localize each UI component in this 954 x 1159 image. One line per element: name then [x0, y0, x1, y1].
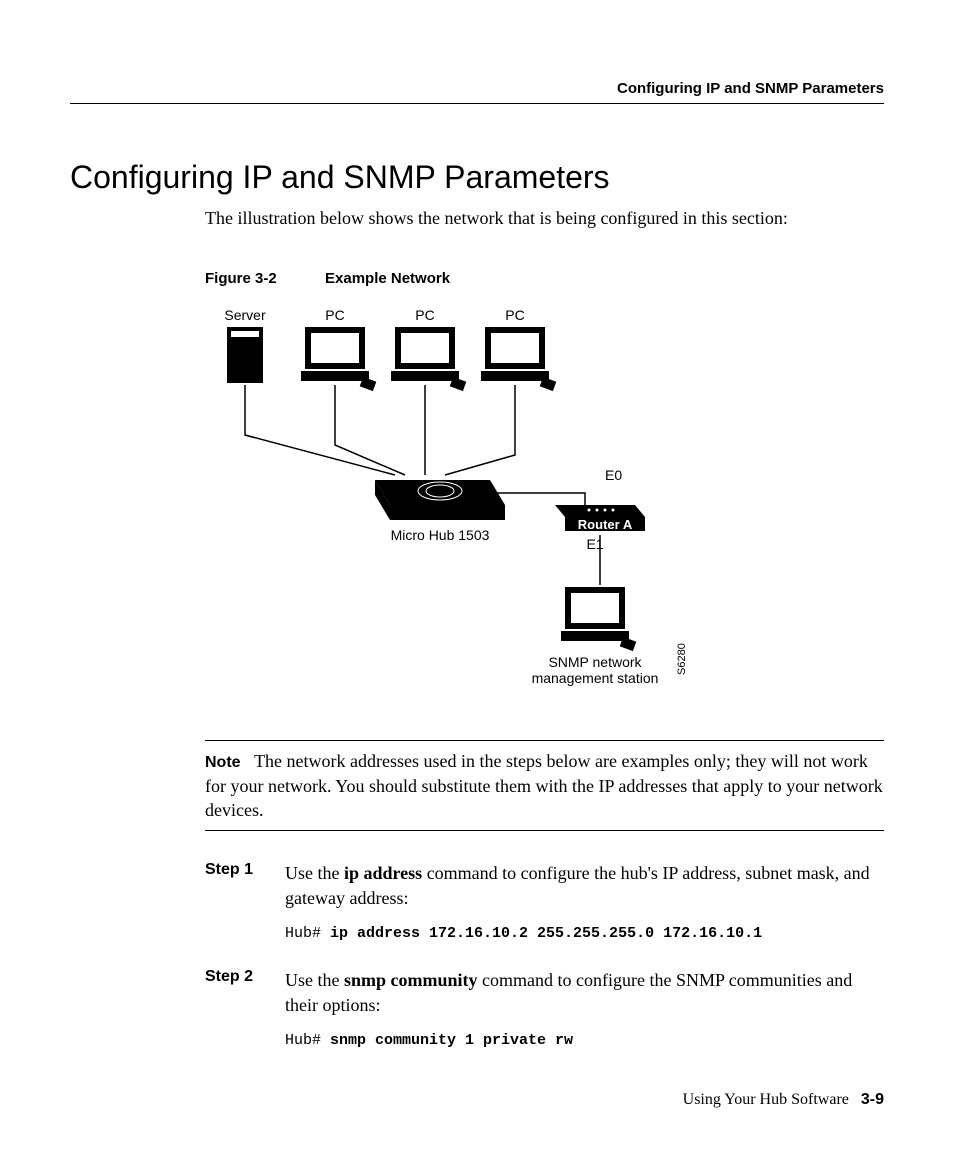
- step-item: Step 1 Use the ip address command to con…: [205, 861, 884, 944]
- pc-icon: [561, 587, 636, 651]
- page-number: 3-9: [861, 1091, 884, 1108]
- note-block: Note The network addresses used in the s…: [205, 749, 884, 822]
- cli-example: Hub# ip address 172.16.10.2 255.255.255.…: [285, 924, 884, 944]
- command-name: ip address: [344, 863, 422, 883]
- note-text: The network addresses used in the steps …: [205, 751, 883, 820]
- router-icon: Router A: [555, 505, 645, 532]
- svg-text:S6280: S6280: [676, 643, 688, 675]
- svg-text:Router A: Router A: [578, 517, 633, 532]
- step-item: Step 2 Use the snmp community command to…: [205, 968, 884, 1051]
- svg-text:PC: PC: [505, 307, 524, 323]
- figure-diagram: Server PC PC PC: [205, 305, 745, 710]
- footer-text: Using Your Hub Software: [683, 1091, 849, 1108]
- steps-list: Step 1 Use the ip address command to con…: [205, 861, 884, 1051]
- hub-icon: [375, 480, 505, 520]
- svg-text:PC: PC: [415, 307, 434, 323]
- svg-text:Micro Hub 1503: Micro Hub 1503: [391, 527, 490, 543]
- svg-text:Server: Server: [224, 307, 266, 323]
- svg-text:E0: E0: [605, 467, 622, 483]
- intro-paragraph: The illustration below shows the network…: [205, 206, 884, 230]
- step-label: Step 1: [205, 861, 285, 944]
- figure-title: Example Network: [325, 270, 450, 287]
- pc-icon: [481, 327, 556, 391]
- svg-text:management station: management station: [532, 670, 659, 686]
- note-top-rule: [205, 740, 884, 741]
- svg-text:E1: E1: [586, 536, 603, 552]
- section-title: Configuring IP and SNMP Parameters: [70, 159, 884, 196]
- note-bottom-rule: [205, 830, 884, 831]
- step-body: Use the snmp community command to config…: [285, 968, 884, 1051]
- step-label: Step 2: [205, 968, 285, 1051]
- step-body: Use the ip address command to configure …: [285, 861, 884, 944]
- figure-caption: Figure 3-2Example Network: [205, 270, 884, 287]
- note-label: Note: [205, 754, 241, 771]
- page-footer: Using Your Hub Software 3-9: [683, 1091, 884, 1109]
- running-head: Configuring IP and SNMP Parameters: [70, 80, 884, 97]
- cli-example: Hub# snmp community 1 private rw: [285, 1031, 884, 1051]
- svg-text:SNMP network: SNMP network: [548, 654, 642, 670]
- command-name: snmp community: [344, 970, 478, 990]
- pc-icon: [391, 327, 466, 391]
- pc-icon: [301, 327, 376, 391]
- page: Configuring IP and SNMP Parameters Confi…: [0, 0, 954, 1159]
- svg-text:PC: PC: [325, 307, 344, 323]
- header-rule: [70, 103, 884, 104]
- network-diagram-icon: Server PC PC PC: [205, 305, 745, 705]
- figure-number: Figure 3-2: [205, 270, 325, 287]
- server-icon: [227, 327, 263, 383]
